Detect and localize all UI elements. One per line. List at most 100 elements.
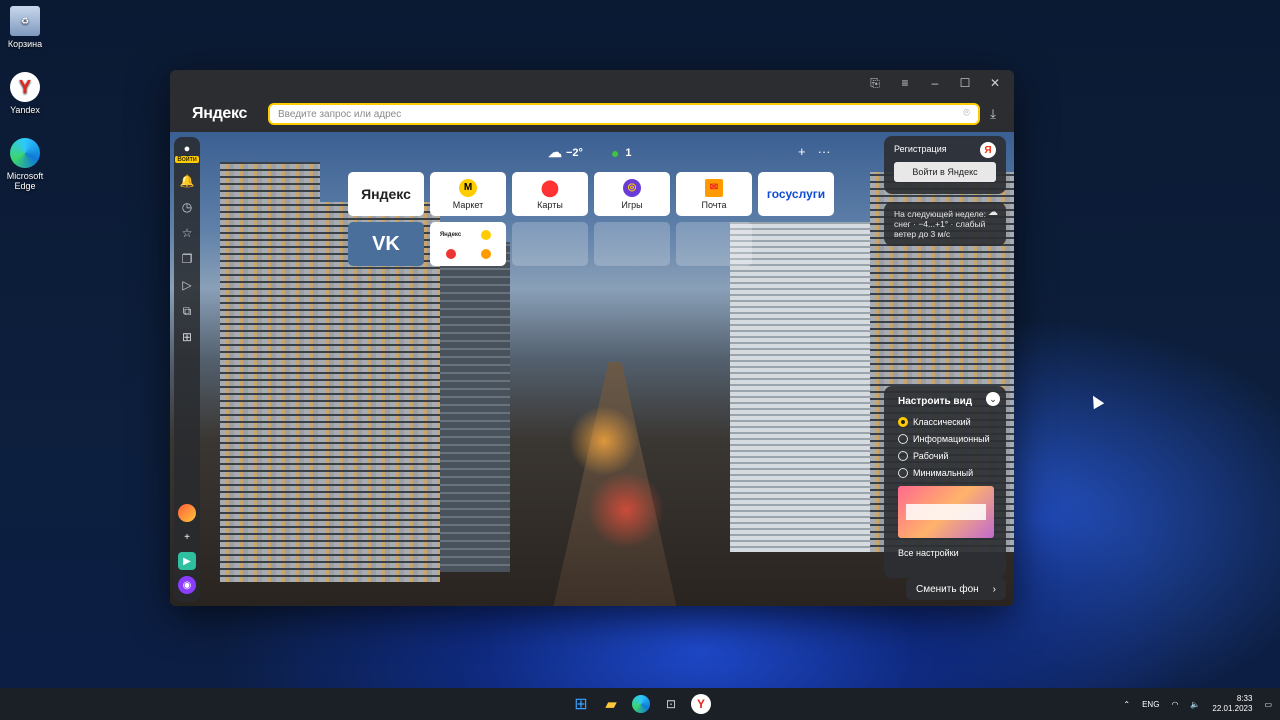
background-building [730, 222, 880, 552]
collections-icon[interactable]: ❐ [178, 251, 196, 267]
cloud-icon: ☁ [548, 144, 562, 160]
sidebar-login[interactable]: ● Войти [175, 143, 199, 163]
maximize-button[interactable]: ☐ [952, 72, 978, 94]
volume-icon[interactable]: 🔈 [1190, 700, 1200, 709]
view-settings-title: Настроить вид [898, 396, 973, 407]
minimize-button[interactable]: – [922, 72, 948, 94]
tile-empty[interactable] [512, 222, 588, 266]
taskbar: ⊞ ▰ ⊡ Y ⌃ ENG ◠ 🔈 8:33 22.01.2023 ▭ [0, 688, 1280, 720]
system-tray: ⌃ ENG ◠ 🔈 8:33 22.01.2023 ▭ [1123, 688, 1272, 720]
add-app-icon[interactable]: + [178, 528, 196, 546]
bell-icon[interactable]: 🔔 [178, 173, 196, 189]
desktop-icon-label: Yandex [10, 105, 40, 115]
address-bar[interactable]: Введите запрос или адрес ⌾ [268, 103, 980, 125]
radio-button[interactable] [898, 468, 908, 478]
yandex-browser-icon[interactable]: Y [691, 694, 711, 714]
vk-icon: VK [372, 232, 400, 255]
tile-vk[interactable]: VK [348, 222, 424, 266]
account-panel: Регистрация Я Войти в Яндекс [884, 136, 1006, 194]
tile-games[interactable]: ◎ Игры [594, 172, 670, 216]
tile-text: Яндекс [361, 186, 411, 202]
all-settings-link[interactable]: Все настройки [898, 548, 992, 558]
background-building [440, 242, 510, 572]
store-icon[interactable]: ⊡ [659, 692, 683, 716]
recycle-bin-icon: ♻ [10, 6, 40, 36]
radio-button[interactable] [898, 434, 908, 444]
screenshot-icon[interactable]: ⧉ [178, 303, 196, 319]
edge-icon [10, 138, 40, 168]
view-option-work[interactable]: Рабочий [898, 451, 992, 461]
tile-label: Игры [621, 199, 643, 210]
tile-empty[interactable] [676, 222, 752, 266]
user-icon: ● [183, 143, 191, 155]
traffic-widget[interactable]: ● 1 [611, 145, 632, 161]
forecast-card[interactable]: На следующей неделе: снег · −4...+1° · с… [884, 202, 1006, 246]
chevron-up-icon[interactable]: ⌃ [1123, 700, 1130, 709]
view-option-info[interactable]: Информационный [898, 434, 992, 444]
alice-icon[interactable]: ◉ [178, 576, 196, 594]
collapse-chevron-icon[interactable]: ⌄ [986, 392, 1000, 406]
edge-icon[interactable] [632, 695, 650, 713]
change-background-button[interactable]: Сменить фон › [906, 578, 1006, 600]
tile-gosuslugi[interactable]: госуслуги [758, 172, 834, 216]
play-icon[interactable]: ▷ [178, 277, 196, 293]
clock[interactable]: 8:33 22.01.2023 [1212, 694, 1252, 714]
tile-label: Маркет [452, 199, 484, 210]
desktop-icon-edge[interactable]: Microsoft Edge [0, 138, 52, 191]
menu-icon[interactable]: ≡ [892, 72, 918, 94]
star-icon[interactable]: ☆ [178, 225, 196, 241]
tile-market[interactable]: M Маркет [430, 172, 506, 216]
maps-mini-icon [445, 248, 456, 259]
tile-group[interactable]: Яндекс [430, 222, 506, 266]
login-button[interactable]: Войти в Яндекс [894, 162, 996, 182]
address-row: Яндекс Введите запрос или адрес ⌾ ⤓ [170, 96, 1014, 132]
view-option-label: Рабочий [913, 451, 949, 461]
tile-empty[interactable] [594, 222, 670, 266]
browser-window: ⎘ ≡ – ☐ ✕ Яндекс Введите запрос или адре… [170, 70, 1014, 606]
tile-mail[interactable]: ✉ Почта [676, 172, 752, 216]
radio-button[interactable] [898, 451, 908, 461]
taskbar-apps: ⊞ ▰ ⊡ Y [569, 692, 713, 716]
mail-mini-icon [480, 248, 491, 259]
language-indicator[interactable]: ENG [1142, 700, 1159, 709]
tile-text: Яндекс [439, 231, 462, 238]
tile-label: Карты [537, 199, 563, 210]
tile-maps[interactable]: ⬤ Карты [512, 172, 588, 216]
info-bar: ☁ −2° ● 1 [548, 144, 632, 161]
desktop-icon-yandex[interactable]: Y Yandex [0, 72, 52, 115]
browser-sidebar: ● Войти 🔔 ◷ ☆ ❐ ▷ ⧉ ⊞ + ▶ ◉ [174, 137, 200, 602]
desktop-icon-label: Microsoft Edge [6, 171, 44, 191]
view-option-label: Информационный [913, 434, 990, 444]
games-icon: ◎ [623, 178, 641, 197]
tiles-controls: + ··· [798, 144, 831, 159]
zen-app-icon[interactable] [178, 504, 196, 522]
view-option-label: Минимальный [913, 468, 974, 478]
messenger-app-icon[interactable]: ▶ [178, 552, 196, 570]
notification-icon[interactable]: ▭ [1264, 700, 1272, 709]
weather-widget[interactable]: ☁ −2° [548, 144, 583, 161]
download-icon[interactable]: ⤓ [980, 106, 1006, 122]
more-icon[interactable]: ··· [818, 144, 831, 159]
tile-text: госуслуги [766, 187, 826, 201]
yandex-logo[interactable]: Яндекс [178, 105, 268, 123]
view-option-classic[interactable]: Классический [898, 417, 992, 427]
start-windows-icon[interactable]: ⊞ [569, 692, 593, 716]
bookmark-icon[interactable]: ⎘ [862, 72, 888, 94]
yandex-y-icon: Я [980, 142, 996, 158]
history-icon[interactable]: ◷ [178, 199, 196, 215]
close-button[interactable]: ✕ [982, 72, 1008, 94]
view-option-minimal[interactable]: Минимальный [898, 468, 992, 478]
camera-icon[interactable]: ⌾ [963, 107, 970, 120]
tile-yandex[interactable]: Яндекс [348, 172, 424, 216]
file-explorer-icon[interactable]: ▰ [599, 692, 623, 716]
add-tile-icon[interactable]: + [798, 144, 806, 159]
address-placeholder: Введите запрос или адрес [278, 108, 402, 120]
radio-button[interactable] [898, 417, 908, 427]
market-mini-icon [480, 229, 491, 240]
desktop-icon-recycle-bin[interactable]: ♻ Корзина [0, 6, 52, 49]
mail-icon: ✉ [705, 178, 723, 197]
title-bar: ⎘ ≡ – ☐ ✕ [170, 70, 1014, 96]
wifi-icon[interactable]: ◠ [1171, 700, 1178, 709]
background-building [220, 162, 320, 582]
apps-grid-icon[interactable]: ⊞ [178, 329, 196, 345]
